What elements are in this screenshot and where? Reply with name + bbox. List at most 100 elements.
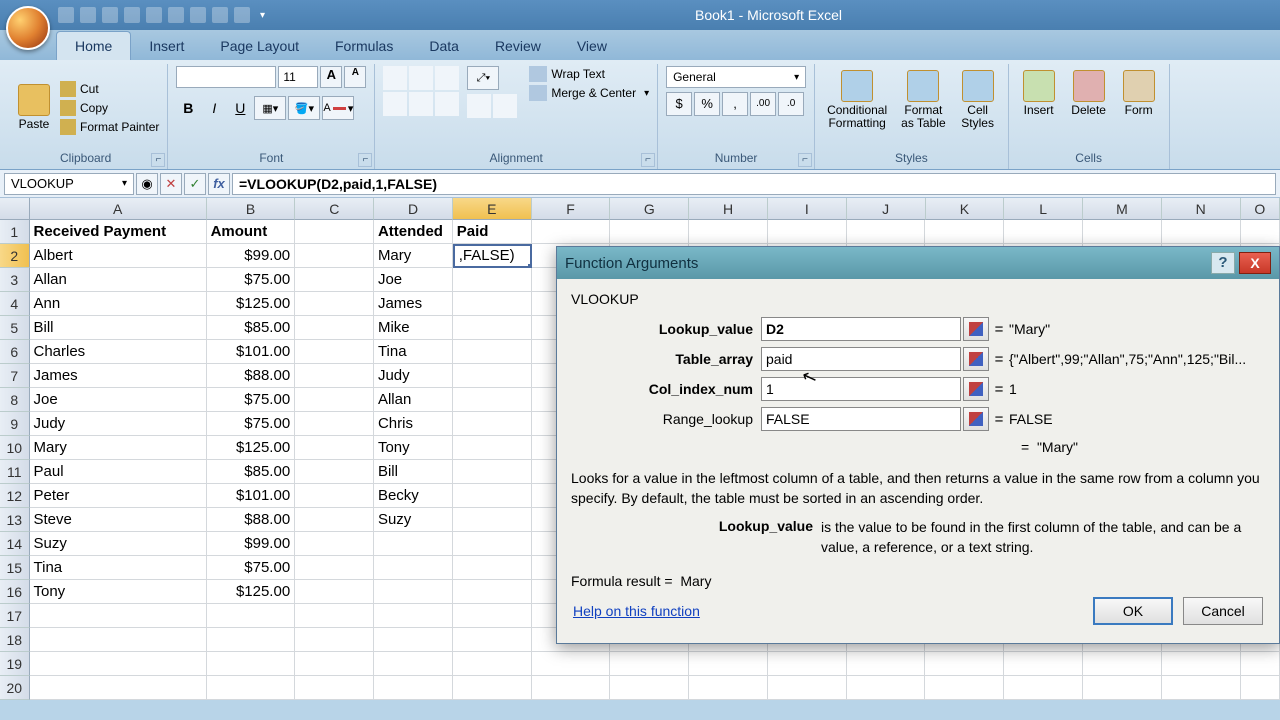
cell[interactable]: Suzy xyxy=(374,508,453,532)
tab-insert[interactable]: Insert xyxy=(131,32,202,60)
cell[interactable] xyxy=(453,508,532,532)
range-selector-button[interactable] xyxy=(963,347,989,371)
currency-button[interactable]: $ xyxy=(666,92,692,116)
cell[interactable]: Attended xyxy=(374,220,453,244)
cell[interactable] xyxy=(453,436,532,460)
row-header[interactable]: 10 xyxy=(0,436,30,460)
row-header[interactable]: 18 xyxy=(0,628,30,652)
arg-input-col-index[interactable] xyxy=(761,377,961,401)
cell[interactable] xyxy=(453,340,532,364)
row-header[interactable]: 20 xyxy=(0,676,30,700)
align-center-button[interactable] xyxy=(409,92,433,116)
qat-print-icon[interactable] xyxy=(124,7,140,23)
font-name-select[interactable] xyxy=(176,66,276,88)
underline-button[interactable]: U xyxy=(228,96,252,120)
cell[interactable]: Mary xyxy=(30,436,207,460)
cell[interactable] xyxy=(532,220,611,244)
cell[interactable] xyxy=(295,316,374,340)
qat-icon[interactable] xyxy=(146,7,162,23)
dialog-title-bar[interactable]: Function Arguments ? X xyxy=(557,247,1279,279)
column-header-e[interactable]: E xyxy=(453,198,532,220)
cell[interactable] xyxy=(453,580,532,604)
cell[interactable] xyxy=(925,220,1004,244)
cell[interactable] xyxy=(295,220,374,244)
range-selector-button[interactable] xyxy=(963,407,989,431)
cell[interactable] xyxy=(925,676,1004,700)
column-header-g[interactable]: G xyxy=(610,198,689,220)
cell[interactable] xyxy=(453,652,532,676)
cell[interactable]: $101.00 xyxy=(207,484,296,508)
cell[interactable] xyxy=(1004,652,1083,676)
name-box[interactable]: VLOOKUP▾ xyxy=(4,173,134,195)
grow-font-button[interactable]: A xyxy=(320,66,342,88)
cell[interactable] xyxy=(453,484,532,508)
column-header-j[interactable]: J xyxy=(847,198,926,220)
cell[interactable]: Tony xyxy=(374,436,453,460)
ok-button[interactable]: OK xyxy=(1093,597,1173,625)
cell[interactable] xyxy=(295,268,374,292)
cancel-button[interactable]: Cancel xyxy=(1183,597,1263,625)
row-header[interactable]: 4 xyxy=(0,292,30,316)
increase-decimal-button[interactable]: .00 xyxy=(750,92,776,116)
cell[interactable]: Bill xyxy=(374,460,453,484)
cell[interactable]: $75.00 xyxy=(207,556,296,580)
cell[interactable]: Peter xyxy=(30,484,207,508)
cell[interactable] xyxy=(453,556,532,580)
cell[interactable] xyxy=(610,652,689,676)
column-header-n[interactable]: N xyxy=(1162,198,1241,220)
cell[interactable] xyxy=(1241,676,1280,700)
shrink-font-button[interactable]: A xyxy=(344,66,366,88)
cell[interactable] xyxy=(295,604,374,628)
cell[interactable] xyxy=(374,652,453,676)
cell[interactable] xyxy=(689,220,768,244)
cell[interactable] xyxy=(768,676,847,700)
dialog-help-button[interactable]: ? xyxy=(1211,252,1235,274)
range-selector-button[interactable] xyxy=(963,377,989,401)
tab-data[interactable]: Data xyxy=(411,32,477,60)
row-header[interactable]: 11 xyxy=(0,460,30,484)
dialog-close-button[interactable]: X xyxy=(1239,252,1271,274)
cell[interactable] xyxy=(374,676,453,700)
italic-button[interactable]: I xyxy=(202,96,226,120)
select-all-corner[interactable] xyxy=(0,198,30,220)
cell[interactable]: $75.00 xyxy=(207,412,296,436)
cell[interactable] xyxy=(207,652,296,676)
cell[interactable]: $125.00 xyxy=(207,436,296,460)
align-left-button[interactable] xyxy=(383,92,407,116)
row-header[interactable]: 7 xyxy=(0,364,30,388)
cell[interactable]: Judy xyxy=(374,364,453,388)
cell[interactable] xyxy=(610,676,689,700)
cell[interactable] xyxy=(30,676,207,700)
cell[interactable] xyxy=(453,292,532,316)
cell[interactable] xyxy=(295,340,374,364)
cell[interactable] xyxy=(295,388,374,412)
qat-dropdown-icon[interactable]: ▾ xyxy=(260,10,265,21)
column-header-d[interactable]: D xyxy=(374,198,453,220)
cell[interactable]: Albert xyxy=(30,244,207,268)
cell[interactable]: Suzy xyxy=(30,532,207,556)
cell[interactable] xyxy=(1004,676,1083,700)
cell[interactable] xyxy=(30,604,207,628)
cell[interactable]: Steve xyxy=(30,508,207,532)
tab-view[interactable]: View xyxy=(559,32,625,60)
cell[interactable]: Paid xyxy=(453,220,532,244)
formula-input[interactable] xyxy=(232,173,1276,195)
merge-center-button[interactable]: Merge & Center▾ xyxy=(529,85,649,101)
increase-indent-button[interactable] xyxy=(493,94,517,118)
decrease-decimal-button[interactable]: .0 xyxy=(778,92,804,116)
cell[interactable]: Ann xyxy=(30,292,207,316)
tab-home[interactable]: Home xyxy=(56,31,131,60)
cell[interactable]: Received Payment xyxy=(30,220,207,244)
cell[interactable]: $88.00 xyxy=(207,508,296,532)
alignment-launcher[interactable]: ⌐ xyxy=(641,153,655,167)
cancel-formula-button[interactable]: ✕ xyxy=(160,173,182,195)
cell[interactable] xyxy=(768,220,847,244)
cell[interactable] xyxy=(30,628,207,652)
row-header[interactable]: 12 xyxy=(0,484,30,508)
cell[interactable]: $85.00 xyxy=(207,316,296,340)
help-link[interactable]: Help on this function xyxy=(573,603,700,619)
row-header[interactable]: 13 xyxy=(0,508,30,532)
column-header-a[interactable]: A xyxy=(30,198,207,220)
cell[interactable]: Paul xyxy=(30,460,207,484)
cell[interactable]: Tina xyxy=(374,340,453,364)
